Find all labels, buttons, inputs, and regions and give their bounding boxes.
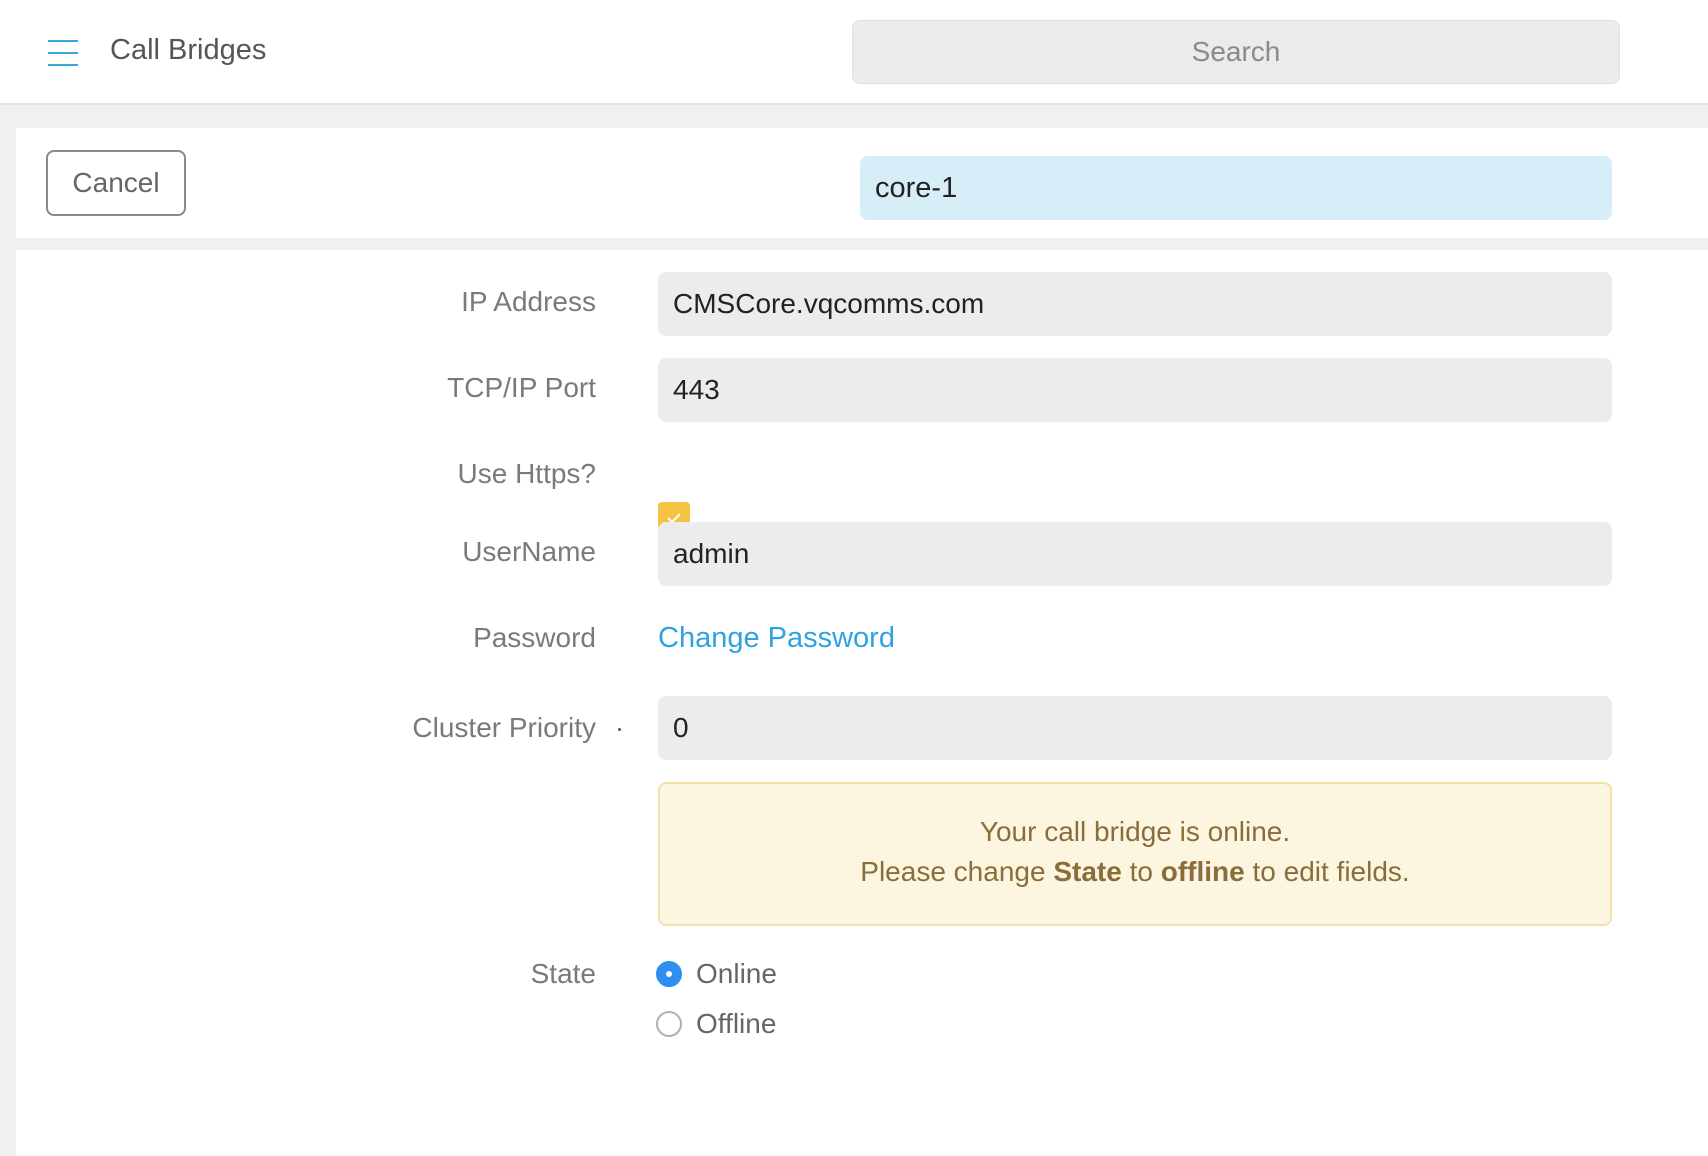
- use-https-label: Use Https?: [457, 458, 597, 489]
- alert-line-1: Your call bridge is online.: [979, 816, 1291, 847]
- alert-text: to edit fields.: [1244, 856, 1410, 887]
- cluster-priority-label: Cluster Priority: [412, 712, 596, 743]
- state-option-label: Offline: [696, 1008, 777, 1039]
- tcp-port-label: TCP/IP Port: [447, 372, 596, 403]
- top-bar: Call Bridges: [0, 0, 1708, 105]
- label-dot: [618, 728, 621, 731]
- alert-offline-word: offline: [1160, 856, 1245, 887]
- call-bridge-form: IP Address TCP/IP Port Use Https? UserNa…: [16, 250, 1708, 1156]
- alert-line-2: Please change State to offline to edit f…: [660, 852, 1610, 892]
- username-field[interactable]: [658, 522, 1612, 586]
- tcp-port-field[interactable]: [658, 358, 1612, 422]
- state-option-label: Online: [696, 958, 777, 989]
- change-password-link[interactable]: Change Password: [658, 622, 895, 655]
- username-label: UserName: [462, 536, 596, 567]
- alert-text: to: [1121, 856, 1161, 887]
- ip-address-label: IP Address: [461, 286, 596, 317]
- radio-selected-icon[interactable]: [656, 961, 682, 987]
- call-bridge-name-input[interactable]: [860, 156, 1612, 220]
- radio-unselected-icon[interactable]: [656, 1011, 682, 1037]
- ip-address-field[interactable]: [658, 272, 1612, 336]
- cluster-priority-field[interactable]: [658, 696, 1612, 760]
- action-bar: Cancel: [16, 128, 1708, 238]
- alert-state-word: State: [1053, 856, 1122, 887]
- alert-text: Please change: [860, 856, 1054, 887]
- hamburger-menu-icon[interactable]: [48, 40, 78, 66]
- state-option-offline[interactable]: Offline: [656, 1004, 776, 1044]
- password-label: Password: [473, 622, 596, 653]
- page-title: Call Bridges: [110, 34, 267, 66]
- search-input[interactable]: [852, 20, 1620, 84]
- state-option-online[interactable]: Online: [656, 954, 777, 994]
- cancel-button[interactable]: Cancel: [46, 150, 186, 216]
- online-warning-alert: Your call bridge is online. Please chang…: [658, 782, 1612, 926]
- state-label: State: [530, 958, 596, 989]
